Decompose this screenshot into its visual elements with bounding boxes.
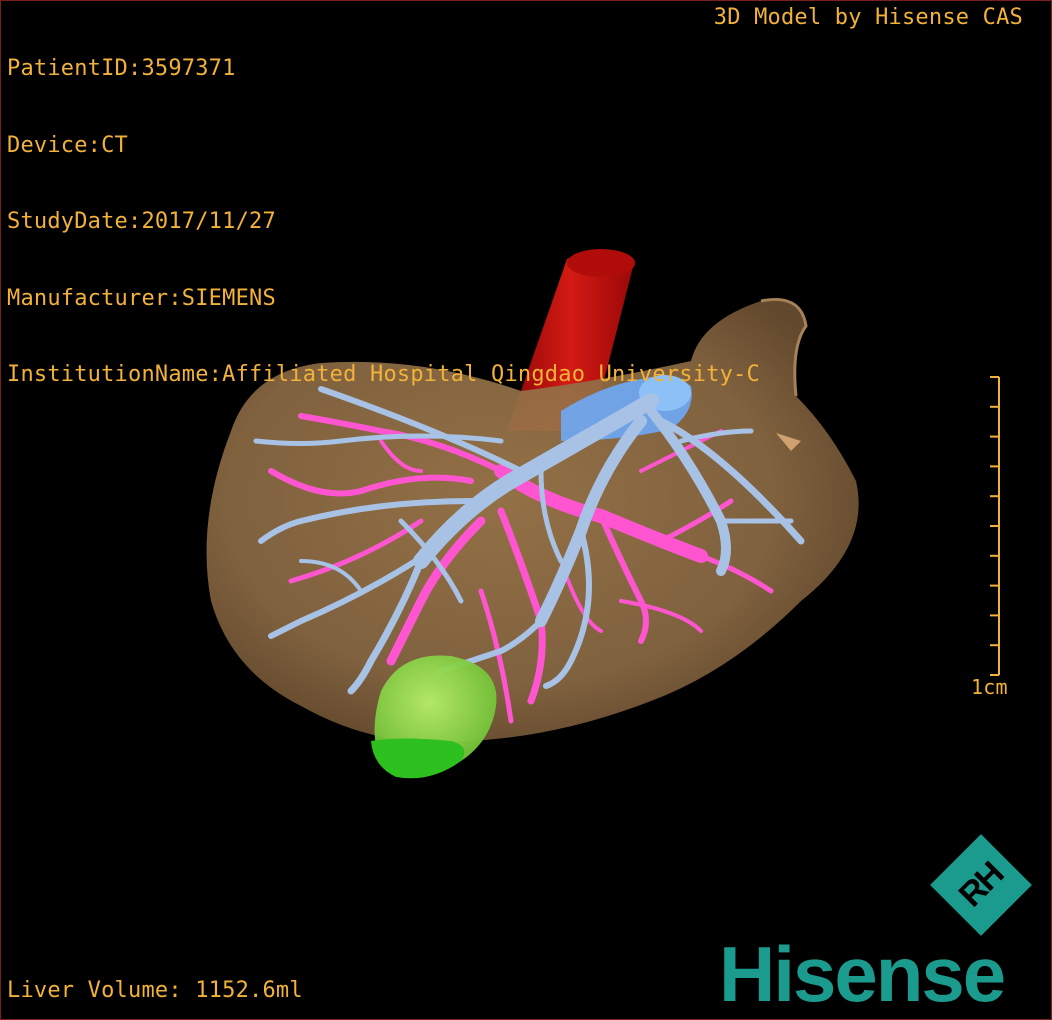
3d-viewport[interactable]: PatientID:3597371 Device:CT StudyDate:20… — [0, 0, 1052, 1020]
liver-volume: Liver Volume: 1152.6ml — [7, 977, 303, 1003]
institution-name: InstitutionName:Affiliated Hospital Qing… — [7, 362, 760, 387]
model-credit: 3D Model by Hisense CAS — [713, 5, 1023, 30]
device: Device:CT — [7, 132, 129, 158]
scale-label: 1cm — [971, 675, 1008, 699]
dicom-info-block: PatientID:3597371 Device:CT StudyDate:20… — [7, 5, 760, 439]
hisense-wordmark: Hisense — [719, 930, 1006, 1018]
manufacturer: Manufacturer:SIEMENS — [7, 285, 276, 311]
gallbladder-fundus — [371, 738, 465, 779]
scale-bar — [990, 376, 1000, 676]
patient-id: PatientID:3597371 — [7, 56, 236, 81]
study-date: StudyDate:2017/11/27 — [7, 209, 276, 234]
